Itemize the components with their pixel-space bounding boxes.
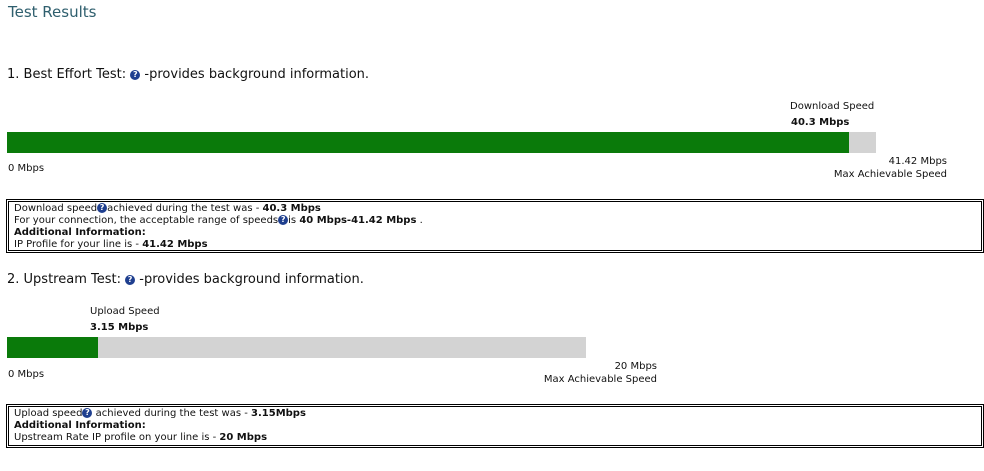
upload-min-label: 0 Mbps	[8, 369, 45, 380]
upload-speed-bar-fill	[7, 337, 99, 358]
acceptable-range-post: .	[416, 215, 423, 226]
best-effort-help-suffix: -provides background information.	[144, 67, 370, 82]
download-speed-bar	[7, 132, 876, 153]
download-speed-label: Download Speed	[790, 101, 875, 112]
upload-speed-label: Upload Speed	[90, 306, 160, 317]
upload-result-value: 3.15Mbps	[251, 408, 306, 419]
best-effort-heading: 1. Best Effort Test: ? -provides backgro…	[7, 67, 369, 82]
help-question-icon[interactable]: ?	[125, 275, 136, 285]
download-speed-bar-fill	[7, 132, 850, 153]
upload-result-line: Upload speed? achieved during the test w…	[14, 408, 976, 420]
acceptable-range-value: 40 Mbps-41.42 Mbps	[299, 215, 417, 226]
acceptable-range-line: For your connection, the acceptable rang…	[14, 215, 976, 227]
help-question-icon[interactable]: ?	[278, 215, 289, 225]
acceptable-range-pre: For your connection, the acceptable rang…	[14, 215, 279, 226]
help-question-icon[interactable]: ?	[97, 203, 108, 213]
upload-max-value: 20 Mbps	[614, 361, 657, 372]
ip-profile-line: IP Profile for your line is - 41.42 Mbps	[14, 239, 976, 251]
upstream-ip-profile-line: Upstream Rate IP profile on your line is…	[14, 432, 976, 444]
upstream-heading-label: 2. Upstream Test:	[7, 272, 121, 287]
download-max-label: Max Achievable Speed	[833, 169, 947, 180]
upstream-additional-info-heading: Additional Information:	[14, 420, 146, 431]
help-question-icon[interactable]: ?	[130, 70, 141, 80]
ip-profile-value: 41.42 Mbps	[142, 239, 208, 250]
download-info-box: Download speed? achieved during the test …	[6, 199, 984, 253]
download-speed-value: 40.3 Mbps	[791, 117, 850, 128]
additional-info-heading: Additional Information:	[14, 227, 146, 238]
upload-speed-value: 3.15 Mbps	[90, 322, 149, 333]
download-max-value: 41.42 Mbps	[888, 156, 947, 167]
acceptable-range-mid: is	[288, 215, 300, 226]
upstream-heading: 2. Upstream Test: ? -provides background…	[7, 272, 364, 287]
ip-profile-pre: IP Profile for your line is -	[14, 239, 143, 250]
download-result-pre: Download speed	[14, 203, 98, 214]
download-result-mid: achieved during the test was -	[107, 203, 263, 214]
best-effort-heading-label: 1. Best Effort Test:	[7, 67, 127, 82]
upload-result-mid: achieved during the test was -	[92, 408, 252, 419]
page-title: Test Results	[8, 3, 97, 21]
upload-result-pre: Upload speed	[14, 408, 83, 419]
help-question-icon[interactable]: ?	[82, 408, 93, 418]
upstream-help-suffix: -provides background information.	[139, 272, 364, 287]
upload-max-label: Max Achievable Speed	[543, 374, 657, 385]
download-min-label: 0 Mbps	[8, 163, 45, 174]
download-result-line: Download speed? achieved during the test …	[14, 203, 976, 215]
download-result-value: 40.3 Mbps	[262, 203, 321, 214]
upload-info-box: Upload speed? achieved during the test w…	[6, 404, 984, 448]
upload-speed-bar	[7, 337, 586, 358]
upstream-ip-profile-pre: Upstream Rate IP profile on your line is…	[14, 432, 220, 443]
upstream-ip-profile-value: 20 Mbps	[219, 432, 268, 443]
